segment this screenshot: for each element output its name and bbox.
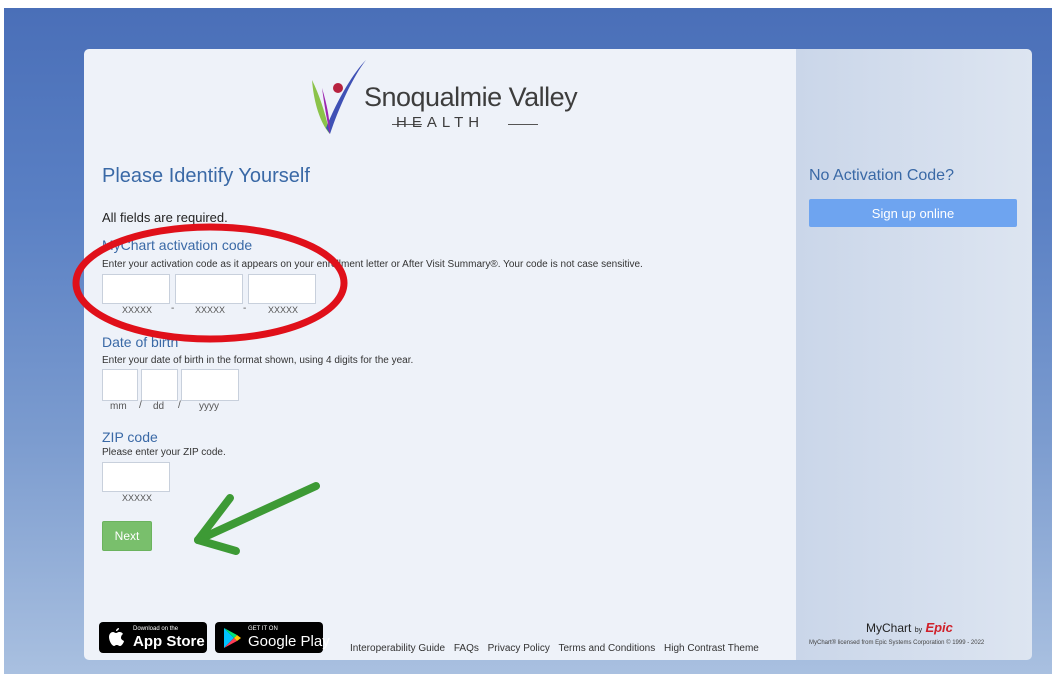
brand-subtitle: HEALTH [396,114,485,131]
copyright-text: MyChart® licensed from Epic Systems Corp… [809,640,985,646]
dob-help: Enter your date of birth in the format s… [102,355,414,366]
sign-up-online-button[interactable]: Sign up online [809,199,1017,227]
dob-separator-2: / [178,400,181,411]
dob-month-input[interactable] [102,369,138,401]
mychart-by-epic-logo: MyChart by Epic [866,620,953,635]
google-play-small-text: GET IT ON [248,626,278,632]
zip-label: ZIP code [102,429,158,445]
dob-hint-year: yyyy [199,401,219,412]
activation-code-part1-input[interactable] [102,274,170,304]
activation-separator-2: - [243,303,247,314]
google-play-badge[interactable]: GET IT ON Google Play [215,622,330,653]
sidebar-panel [796,49,1032,660]
footer-link-privacy[interactable]: Privacy Policy [488,643,550,654]
apple-icon [109,628,124,646]
dob-day-input[interactable] [141,369,178,401]
logo-divider-right [508,124,538,125]
zip-help: Please enter your ZIP code. [102,447,226,458]
app-store-small-text: Download on the [133,626,179,632]
zip-input[interactable] [102,462,170,492]
footer-link-interoperability[interactable]: Interoperability Guide [350,643,445,654]
footer-link-faqs[interactable]: FAQs [454,643,479,654]
footer-links: Interoperability Guide FAQs Privacy Poli… [350,643,765,654]
app-store-text: App Store [133,633,205,650]
dob-label: Date of birth [102,334,179,350]
activation-code-label: MyChart activation code [102,237,253,253]
logo-mark-icon [312,60,366,134]
activation-code-part3-input[interactable] [248,274,316,304]
google-play-text: Google Play [248,633,330,650]
activation-hint-2: XXXXX [195,305,226,315]
next-button[interactable]: Next [102,521,152,551]
dob-hint-month: mm [110,401,127,412]
activation-hint-3: XXXXX [268,305,299,315]
dob-hint-day: dd [153,401,165,412]
epic-logo-text: Epic [925,620,953,635]
brand-name: Snoqualmie Valley [364,82,578,112]
footer-link-terms[interactable]: Terms and Conditions [559,643,656,654]
no-activation-heading: No Activation Code? [809,167,954,184]
required-note: All fields are required. [102,210,228,225]
dob-separator-1: / [139,400,142,411]
activation-code-part2-input[interactable] [175,274,243,304]
by-text: by [914,627,923,634]
activation-hint-1: XXXXX [122,305,153,315]
activation-separator-1: - [171,303,175,314]
footer-link-high-contrast[interactable]: High Contrast Theme [664,643,759,654]
dob-year-input[interactable] [181,369,239,401]
app-store-badge[interactable]: Download on the App Store [99,622,207,653]
page-title: Please Identify Yourself [102,165,310,187]
mychart-text: MyChart [866,621,912,635]
zip-hint: XXXXX [122,493,153,503]
activation-code-help: Enter your activation code as it appears… [102,259,643,270]
google-play-icon [224,628,241,648]
brand-logo: Snoqualmie Valley HEALTH [308,58,578,138]
